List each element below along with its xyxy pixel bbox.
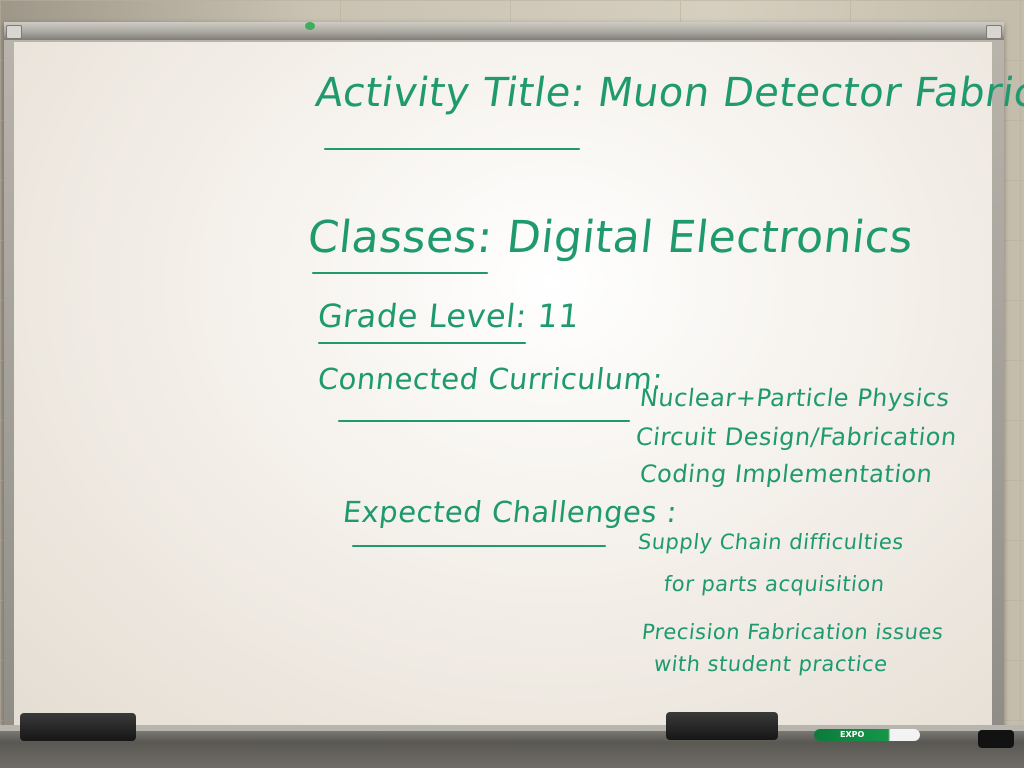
photo-scene: Activity Title: Muon Detector Fabricatio… (0, 0, 1024, 768)
challenge-item: for parts acquisition (662, 572, 886, 596)
connected-curriculum-underline (338, 420, 630, 422)
curriculum-item: Coding Implementation (638, 460, 934, 488)
expected-challenges-underline (352, 545, 606, 547)
grade-level-underline (318, 342, 526, 344)
marker-cap[interactable] (978, 730, 1014, 748)
marker-brand-label: EXPO (840, 730, 865, 739)
classes-underline (312, 272, 488, 274)
eraser-right[interactable] (666, 712, 778, 740)
challenge-item: Supply Chain difficulties (636, 530, 906, 554)
expected-challenges-label: Expected Challenges : (341, 495, 679, 529)
connected-curriculum-label: Connected Curriculum: (316, 362, 665, 396)
eraser-left[interactable] (20, 713, 136, 741)
rail-clip-right (986, 25, 1002, 39)
activity-title-text: Activity Title: Muon Detector Fabricatio… (312, 70, 1024, 116)
grade-level-text: Grade Level: 11 (316, 297, 582, 335)
green-marker[interactable] (814, 729, 920, 741)
curriculum-item: Nuclear+Particle Physics (638, 384, 952, 412)
classes-text: Classes: Digital Electronics (305, 212, 916, 263)
rail-clip-left (6, 25, 22, 39)
curriculum-item: Circuit Design/Fabrication (634, 423, 959, 451)
challenge-item: Precision Fabrication issues (640, 620, 945, 644)
activity-title-underline (324, 148, 580, 150)
magnet-icon (305, 22, 315, 30)
whiteboard-top-rail (4, 22, 1004, 40)
challenge-item: with student practice (652, 652, 889, 676)
